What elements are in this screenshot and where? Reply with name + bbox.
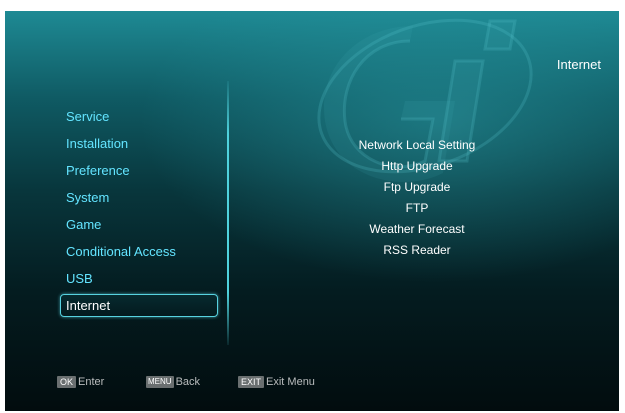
- hint-label-back: Back: [175, 376, 201, 388]
- internet-submenu: Network Local Setting Http Upgrade Ftp U…: [317, 135, 517, 261]
- page-title: Internet: [556, 57, 601, 72]
- menu-divider: [227, 81, 229, 345]
- hint-exit: EXIT Exit Menu: [238, 375, 315, 389]
- submenu-item-network-local-setting[interactable]: Network Local Setting: [317, 135, 517, 156]
- ok-key-badge: OK: [57, 376, 77, 388]
- menu-item-usb[interactable]: USB: [62, 265, 222, 292]
- menu-item-internet[interactable]: Internet: [60, 294, 218, 317]
- hint-menu: MENU Back: [146, 375, 200, 389]
- menu-item-service[interactable]: Service: [62, 103, 222, 130]
- hint-ok: OK Enter: [57, 375, 104, 389]
- menu-screen: Internet Service Installation Preference…: [5, 11, 619, 411]
- main-menu: Service Installation Preference System G…: [60, 103, 222, 317]
- submenu-item-ftp-upgrade[interactable]: Ftp Upgrade: [317, 177, 517, 198]
- submenu-item-ftp[interactable]: FTP: [317, 198, 517, 219]
- hint-label-exit-menu: Exit Menu: [266, 376, 315, 388]
- menu-item-installation[interactable]: Installation: [62, 130, 222, 157]
- exit-key-badge: EXIT: [238, 376, 265, 388]
- footer-hints: OK Enter MENU Back EXIT Exit Menu: [5, 375, 619, 389]
- menu-item-preference[interactable]: Preference: [62, 157, 222, 184]
- submenu-item-weather-forecast[interactable]: Weather Forecast: [317, 219, 517, 240]
- menu-item-conditional-access[interactable]: Conditional Access: [62, 238, 222, 265]
- submenu-item-http-upgrade[interactable]: Http Upgrade: [317, 156, 517, 177]
- menu-item-system[interactable]: System: [62, 184, 222, 211]
- menu-key-badge: MENU: [146, 376, 174, 388]
- hint-label-enter: Enter: [78, 376, 105, 388]
- submenu-item-rss-reader[interactable]: RSS Reader: [317, 240, 517, 261]
- menu-item-game[interactable]: Game: [62, 211, 222, 238]
